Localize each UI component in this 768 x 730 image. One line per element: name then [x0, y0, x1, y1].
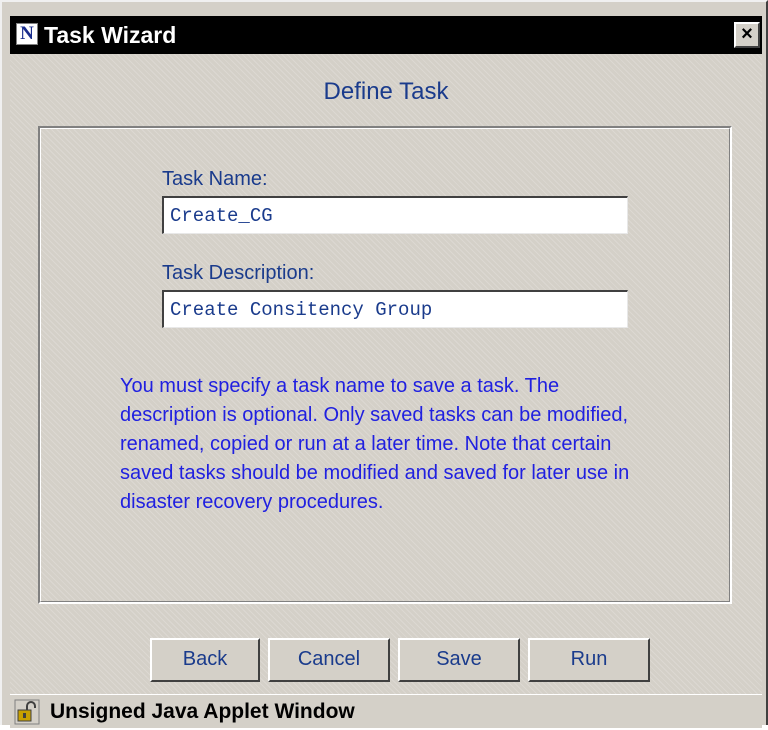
unlocked-padlock-icon	[14, 699, 40, 725]
save-button[interactable]: Save	[398, 638, 520, 682]
page-title: Define Task	[323, 78, 449, 105]
status-bar: Unsigned Java Applet Window	[10, 694, 762, 728]
task-wizard-window: N Task Wizard × Define Task Task Name: T…	[0, 0, 768, 728]
task-name-input[interactable]	[162, 196, 628, 234]
title-bar[interactable]: N Task Wizard ×	[10, 16, 762, 54]
task-name-label: Task Name:	[162, 168, 268, 190]
back-button[interactable]: Back	[150, 638, 260, 682]
close-button[interactable]: ×	[734, 22, 760, 48]
status-text: Unsigned Java Applet Window	[50, 700, 355, 723]
window-title: Task Wizard	[44, 22, 177, 48]
netscape-n-icon: N	[16, 23, 38, 45]
run-button[interactable]: Run	[528, 638, 650, 682]
task-description-input[interactable]	[162, 290, 628, 328]
task-description-label: Task Description:	[162, 262, 315, 284]
wizard-content: Define Task Task Name: Task Description:…	[10, 54, 762, 694]
cancel-button[interactable]: Cancel	[268, 638, 390, 682]
info-message: You must specify a task name to save a t…	[120, 375, 630, 513]
